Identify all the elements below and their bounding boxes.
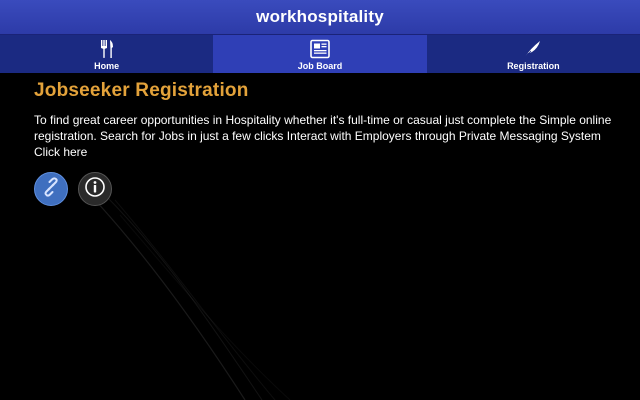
nav-item-registration[interactable]: Registration bbox=[426, 35, 640, 73]
page-title: Jobseeker Registration bbox=[34, 80, 249, 101]
link-icon bbox=[41, 176, 61, 202]
nav-label-home: Home bbox=[94, 61, 120, 71]
nav-label-registration: Registration bbox=[507, 61, 560, 71]
quill-icon bbox=[522, 38, 544, 60]
newspaper-icon bbox=[309, 38, 331, 60]
info-icon bbox=[84, 176, 106, 203]
nav-item-home[interactable]: Home bbox=[0, 35, 214, 73]
intro-text: To find great career opportunities in Ho… bbox=[34, 113, 612, 159]
app-window: workhospitality Home Job Board Registrat… bbox=[0, 0, 640, 400]
fork-knife-icon bbox=[96, 38, 118, 60]
nav-item-job-board[interactable]: Job Board bbox=[213, 35, 427, 73]
main-content: Jobseeker Registration To find great car… bbox=[34, 80, 614, 206]
app-title: workhospitality bbox=[256, 7, 384, 26]
nav-label-job-board: Job Board bbox=[297, 61, 343, 71]
action-buttons bbox=[34, 172, 614, 206]
nav-bar: Home Job Board Registration bbox=[0, 34, 640, 73]
link-button[interactable] bbox=[34, 172, 68, 206]
app-header: workhospitality bbox=[0, 0, 640, 34]
info-button[interactable] bbox=[78, 172, 112, 206]
